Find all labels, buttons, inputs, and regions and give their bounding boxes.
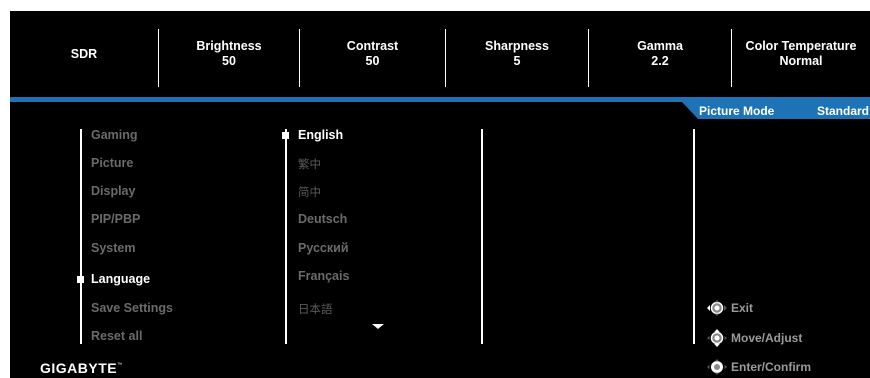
language-option-french[interactable]: Français [298,269,349,283]
menu-item-language[interactable]: Language [91,272,150,286]
hint-enter-label: Enter/Confirm [731,360,812,374]
status-contrast: Contrast 50 [300,11,445,97]
hint-exit: Exit [706,299,753,317]
status-label: Color Temperature [745,39,857,53]
scroll-down-icon[interactable] [372,324,384,329]
value-column-line [481,129,483,344]
menu-item-picture[interactable]: Picture [91,156,133,170]
joystick-up-down-icon [707,329,727,347]
hint-move-label: Move/Adjust [731,331,803,345]
status-label: Contrast [346,39,399,53]
picture-mode-value: Standard [817,104,870,118]
status-hdr-mode: SDR [10,11,158,97]
menu-item-reset-all[interactable]: Reset all [91,329,142,343]
gigabyte-logo: GIGABYTE™ [40,360,123,376]
language-option-simplified-chinese[interactable]: 简中 [298,184,321,200]
language-option-german[interactable]: Deutsch [298,212,347,226]
hint-exit-label: Exit [731,301,754,315]
language-option-english[interactable]: English [298,128,343,142]
joystick-left-icon [707,300,727,316]
menu-item-gaming[interactable]: Gaming [91,128,138,142]
menu-item-system[interactable]: System [91,241,135,255]
menu-item-pip-pbp[interactable]: PIP/PBP [91,212,140,226]
status-label: Gamma [637,39,683,53]
language-option-russian[interactable]: Русский [298,241,349,255]
joystick-press-icon [707,359,727,375]
selection-marker [282,132,289,139]
status-sharpness: Sharpness 5 [446,11,588,97]
hint-column-line [693,129,695,344]
status-value: Normal [779,54,823,68]
osd-panel: SDR Brightness 50 Contrast 50 Sharpness … [10,11,870,378]
hint-enter-confirm: Enter/Confirm [706,358,811,376]
menu-item-display[interactable]: Display [91,184,135,198]
accent-bar [10,97,870,102]
language-option-japanese[interactable]: 日本語 [298,301,333,317]
menu-column-line [80,129,82,344]
status-bar: SDR Brightness 50 Contrast 50 Sharpness … [10,11,870,97]
status-value: 50 [365,54,380,68]
submenu-column-line [285,129,287,344]
status-value: 50 [222,54,236,68]
status-value: 2.2 [651,54,669,68]
menu-item-save-settings[interactable]: Save Settings [91,301,173,315]
trademark-symbol: ™ [117,362,123,368]
status-color-temperature: Color Temperature Normal [732,11,870,97]
status-label: Sharpness [485,39,549,53]
hint-move-adjust: Move/Adjust [706,329,802,347]
status-value: 5 [513,54,521,68]
status-label: SDR [70,46,98,61]
brand-name: GIGABYTE [40,360,118,376]
language-option-traditional-chinese[interactable]: 繁中 [298,156,321,172]
status-label: Brightness [196,39,262,53]
status-gamma: Gamma 2.2 [589,11,731,97]
status-brightness: Brightness 50 [159,11,299,97]
selection-marker [77,276,84,283]
picture-mode-label: Picture Mode [699,104,775,118]
